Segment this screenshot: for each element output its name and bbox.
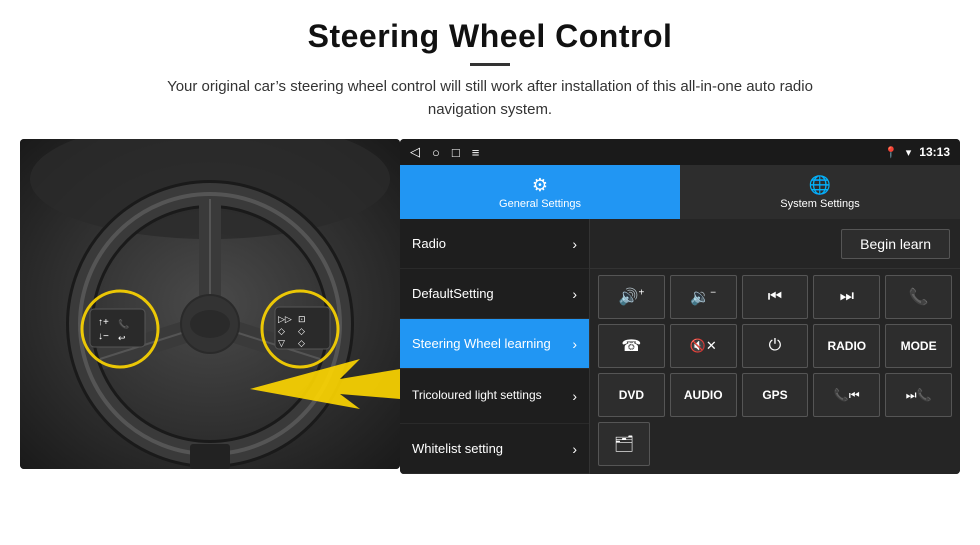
next-track-icon: ⏭ — [840, 288, 854, 306]
call-answer-icon: 📞 — [909, 287, 929, 307]
status-time: 13:13 — [919, 145, 950, 159]
menu-default-label: DefaultSetting — [412, 286, 494, 301]
menu-tricoloured-arrow: › — [572, 388, 577, 404]
svg-text:⊡: ⊡ — [298, 314, 306, 324]
control-row-3: DVD AUDIO GPS 📞⏮ ⏭📞 — [598, 373, 952, 417]
svg-text:◇: ◇ — [298, 338, 305, 348]
tab-bar: ⚙ General Settings 🌐 System Settings — [400, 165, 960, 219]
svg-text:◇: ◇ — [278, 326, 285, 336]
content-area: ↑+ ↓− 📞 ↩ ▷▷ ◇ ⊡ ◇ ▽ ◇ ◁ — [0, 129, 980, 484]
radio-button[interactable]: RADIO — [813, 324, 880, 368]
settings-menu: Radio › DefaultSetting › Steering Wheel … — [400, 219, 590, 474]
svg-text:📞: 📞 — [118, 318, 130, 329]
menu-tricoloured-label: Tricoloured light settings — [412, 388, 542, 404]
call-hang-icon: ☎ — [621, 336, 641, 356]
settings-panel: Begin learn 🔊+ 🔉− ⏮ — [590, 219, 960, 474]
file-icon: 🗂 — [614, 434, 634, 454]
next-track-button[interactable]: ⏭ — [813, 275, 880, 319]
vol-down-button[interactable]: 🔉− — [670, 275, 737, 319]
control-row-4: 🗂 — [598, 422, 952, 466]
call-prev-button[interactable]: 📞⏮ — [813, 373, 880, 417]
begin-learn-button[interactable]: Begin learn — [841, 229, 950, 259]
power-icon: ⏻ — [769, 337, 782, 355]
prev-track-icon: ⏮ — [768, 288, 782, 306]
recents-nav-icon[interactable]: □ — [452, 145, 460, 160]
status-bar: ◁ ○ □ ≡ 📍 ▾ 13:13 — [400, 139, 960, 165]
svg-text:▽: ▽ — [278, 338, 285, 348]
menu-item-tricoloured[interactable]: Tricoloured light settings › — [400, 369, 589, 424]
svg-text:↓−: ↓− — [98, 331, 109, 342]
dvd-label: DVD — [619, 388, 644, 402]
tab-general-label: General Settings — [499, 198, 581, 210]
dvd-button[interactable]: DVD — [598, 373, 665, 417]
menu-radio-arrow: › — [572, 236, 577, 252]
vol-down-icon: 🔉− — [690, 287, 716, 307]
menu-nav-icon[interactable]: ≡ — [472, 145, 480, 160]
menu-whitelist-arrow: › — [572, 441, 577, 457]
control-row-1: 🔊+ 🔉− ⏮ ⏭ 📞 — [598, 275, 952, 319]
back-nav-icon[interactable]: ◁ — [410, 144, 420, 160]
general-settings-icon: ⚙ — [532, 175, 548, 196]
control-row-2: ☎ 🔇✕ ⏻ RADIO MODE — [598, 324, 952, 368]
svg-text:◇: ◇ — [298, 326, 305, 336]
menu-item-steering[interactable]: Steering Wheel learning › — [400, 319, 589, 369]
mute-icon: 🔇✕ — [690, 338, 717, 354]
menu-default-arrow: › — [572, 286, 577, 302]
wifi-icon: ▾ — [906, 146, 912, 159]
page-header: Steering Wheel Control Your original car… — [0, 0, 980, 129]
menu-steering-arrow: › — [572, 336, 577, 352]
status-bar-info: 📍 ▾ 13:13 — [884, 145, 950, 159]
home-nav-icon[interactable]: ○ — [432, 145, 440, 160]
menu-item-default[interactable]: DefaultSetting › — [400, 269, 589, 319]
audio-button[interactable]: AUDIO — [670, 373, 737, 417]
android-ui: ◁ ○ □ ≡ 📍 ▾ 13:13 ⚙ General Settings 🌐 S… — [400, 139, 960, 474]
menu-radio-label: Radio — [412, 236, 446, 251]
call-answer-button[interactable]: 📞 — [885, 275, 952, 319]
call-prev-icon: 📞⏮ — [834, 388, 860, 403]
mute-button[interactable]: 🔇✕ — [670, 324, 737, 368]
system-settings-icon: 🌐 — [809, 175, 831, 196]
svg-text:↑+: ↑+ — [98, 317, 109, 328]
settings-main: Radio › DefaultSetting › Steering Wheel … — [400, 219, 960, 474]
header-divider — [470, 63, 510, 66]
location-icon: 📍 — [884, 146, 898, 159]
file-button[interactable]: 🗂 — [598, 422, 650, 466]
begin-learn-row: Begin learn — [590, 219, 960, 269]
prev-track-button[interactable]: ⏮ — [742, 275, 809, 319]
page-title: Steering Wheel Control — [40, 18, 940, 55]
tab-system-settings[interactable]: 🌐 System Settings — [680, 165, 960, 219]
tab-general-settings[interactable]: ⚙ General Settings — [400, 165, 680, 219]
steering-wheel-image: ↑+ ↓− 📞 ↩ ▷▷ ◇ ⊡ ◇ ▽ ◇ — [20, 139, 400, 469]
menu-steering-label: Steering Wheel learning — [412, 336, 551, 351]
tab-system-label: System Settings — [780, 198, 859, 210]
mode-label: MODE — [901, 339, 937, 353]
control-grid: 🔊+ 🔉− ⏮ ⏭ 📞 — [590, 269, 960, 472]
power-button[interactable]: ⏻ — [742, 324, 809, 368]
menu-item-whitelist[interactable]: Whitelist setting › — [400, 424, 589, 474]
audio-label: AUDIO — [684, 388, 723, 402]
status-bar-nav: ◁ ○ □ ≡ — [410, 144, 479, 160]
vol-up-button[interactable]: 🔊+ — [598, 275, 665, 319]
radio-label: RADIO — [827, 339, 866, 353]
menu-whitelist-label: Whitelist setting — [412, 441, 503, 456]
menu-item-radio[interactable]: Radio › — [400, 219, 589, 269]
vol-up-icon: 🔊+ — [619, 287, 645, 307]
mode-button[interactable]: MODE — [885, 324, 952, 368]
page-subtitle: Your original car’s steering wheel contr… — [140, 76, 840, 121]
call-next-button[interactable]: ⏭📞 — [885, 373, 952, 417]
gps-button[interactable]: GPS — [742, 373, 809, 417]
svg-text:▷▷: ▷▷ — [278, 314, 292, 324]
call-hang-button[interactable]: ☎ — [598, 324, 665, 368]
gps-label: GPS — [762, 388, 787, 402]
svg-text:↩: ↩ — [118, 333, 126, 343]
call-next-icon: ⏭📞 — [906, 388, 932, 403]
